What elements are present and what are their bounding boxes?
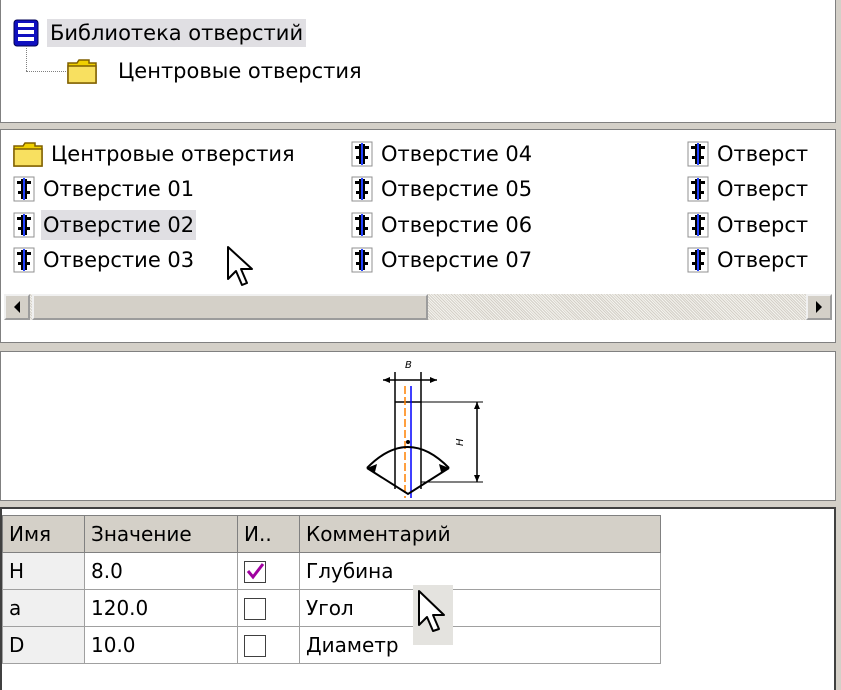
list-item-label: Центровые отверстия [51, 142, 295, 166]
column-header-used[interactable]: И.. [237, 515, 300, 553]
param-name-cell[interactable]: a [2, 589, 85, 627]
param-comment-cell[interactable]: Глубина [299, 552, 661, 590]
arrow-left-icon [14, 301, 20, 313]
column-header-name[interactable]: Имя [2, 515, 85, 553]
list-item[interactable]: Отверстие 06 [351, 207, 534, 243]
list-item[interactable]: Центровые отверстия [13, 136, 297, 172]
param-value-cell[interactable]: 8.0 [84, 552, 238, 590]
dimension-b-label: B [405, 360, 412, 371]
param-value-cell[interactable]: 10.0 [84, 626, 238, 664]
parameters-table: Имя Значение И.. Комментарий H 8.0 Глубина… [2, 515, 661, 664]
list-item[interactable]: Отверстие 03 [13, 242, 196, 278]
hole-icon [13, 247, 35, 273]
list-item-label: Отверстие 05 [381, 177, 533, 201]
tree-item-center-holes[interactable]: Центровые отверстия [67, 56, 365, 86]
list-item[interactable]: Отверстие 07 [351, 242, 534, 278]
scroll-right-button[interactable] [806, 294, 832, 320]
checkbox-checked[interactable] [244, 561, 266, 584]
library-icon [13, 19, 39, 47]
hole-preview: B H [0, 351, 836, 501]
list-item-label: Отверст [717, 213, 809, 237]
tree-connector-horizontal [26, 71, 66, 72]
list-item[interactable]: Отверст [687, 207, 810, 243]
checkbox-unchecked[interactable] [244, 635, 266, 658]
list-item[interactable]: Отверст [687, 136, 810, 172]
list-item-label: Отверстие 01 [43, 177, 195, 201]
list-item-label: Отверстие 06 [381, 213, 533, 237]
tree-item-library[interactable]: Библиотека отверстий [13, 18, 307, 48]
param-used-cell[interactable] [237, 626, 300, 664]
list-item[interactable]: Отверстие 02 [13, 207, 197, 243]
list-item[interactable]: Отверстие 05 [351, 171, 534, 207]
list-item[interactable]: Отверст [687, 171, 810, 207]
list-item-label: Отверст [717, 142, 809, 166]
hole-icon [687, 247, 709, 273]
param-comment-cell[interactable]: Угол [299, 589, 661, 627]
dimension-h-label: H [455, 438, 466, 446]
param-used-cell[interactable] [237, 589, 300, 627]
param-name-cell[interactable]: H [2, 552, 85, 590]
folder-icon [13, 142, 43, 167]
tree-item-library-label: Библиотека отверстий [47, 19, 307, 47]
list-item-label: Отверстие 04 [381, 142, 533, 166]
horizontal-scrollbar[interactable] [4, 294, 832, 320]
table-header-row: Имя Значение И.. Комментарий [2, 515, 661, 553]
param-name-cell[interactable]: D [2, 626, 85, 664]
checkmark-icon [246, 563, 265, 580]
tree-connector-vertical [26, 46, 27, 71]
list-item[interactable]: Отверстие 01 [13, 171, 196, 207]
hole-icon [687, 212, 709, 238]
tree-item-center-holes-label: Центровые отверстия [118, 59, 362, 83]
list-item-label: Отверст [717, 177, 809, 201]
column-header-value[interactable]: Значение [84, 515, 238, 553]
scroll-left-button[interactable] [4, 294, 30, 320]
library-tree: Библиотека отверстий Центровые отверстия [0, 0, 836, 123]
hole-icon [687, 141, 709, 167]
folder-icon [67, 59, 97, 84]
param-comment-cell[interactable]: Диаметр [299, 626, 661, 664]
hole-icon [351, 247, 373, 273]
list-item-label: Отверст [717, 248, 809, 272]
hole-icon [351, 141, 373, 167]
scrollbar-thumb[interactable] [32, 294, 428, 320]
hole-list: Центровые отверстия Отверстие 01 Отверстие… [0, 129, 836, 343]
list-item-label: Отверстие 02 [41, 210, 197, 240]
hole-icon [351, 212, 373, 238]
hole-icon [13, 176, 35, 202]
list-item[interactable]: Отверст [687, 242, 810, 278]
table-row[interactable]: a 120.0 Угол [2, 589, 661, 627]
arrow-right-icon [816, 301, 822, 313]
hole-drawing: B H [366, 360, 483, 498]
table-row[interactable]: D 10.0 Диаметр [2, 626, 661, 664]
parameters-panel: Имя Значение И.. Комментарий H 8.0 Глубина… [0, 507, 836, 690]
table-row[interactable]: H 8.0 Глубина [2, 552, 661, 590]
checkbox-unchecked[interactable] [244, 598, 266, 621]
hole-icon [13, 212, 35, 238]
param-used-cell[interactable] [237, 552, 300, 590]
list-item-label: Отверстие 07 [381, 248, 533, 272]
list-item[interactable]: Отверстие 04 [351, 136, 534, 172]
param-value-cell[interactable]: 120.0 [84, 589, 238, 627]
hole-icon [351, 176, 373, 202]
column-header-comment[interactable]: Комментарий [299, 515, 661, 553]
list-item-label: Отверстие 03 [43, 248, 195, 272]
hole-icon [687, 176, 709, 202]
